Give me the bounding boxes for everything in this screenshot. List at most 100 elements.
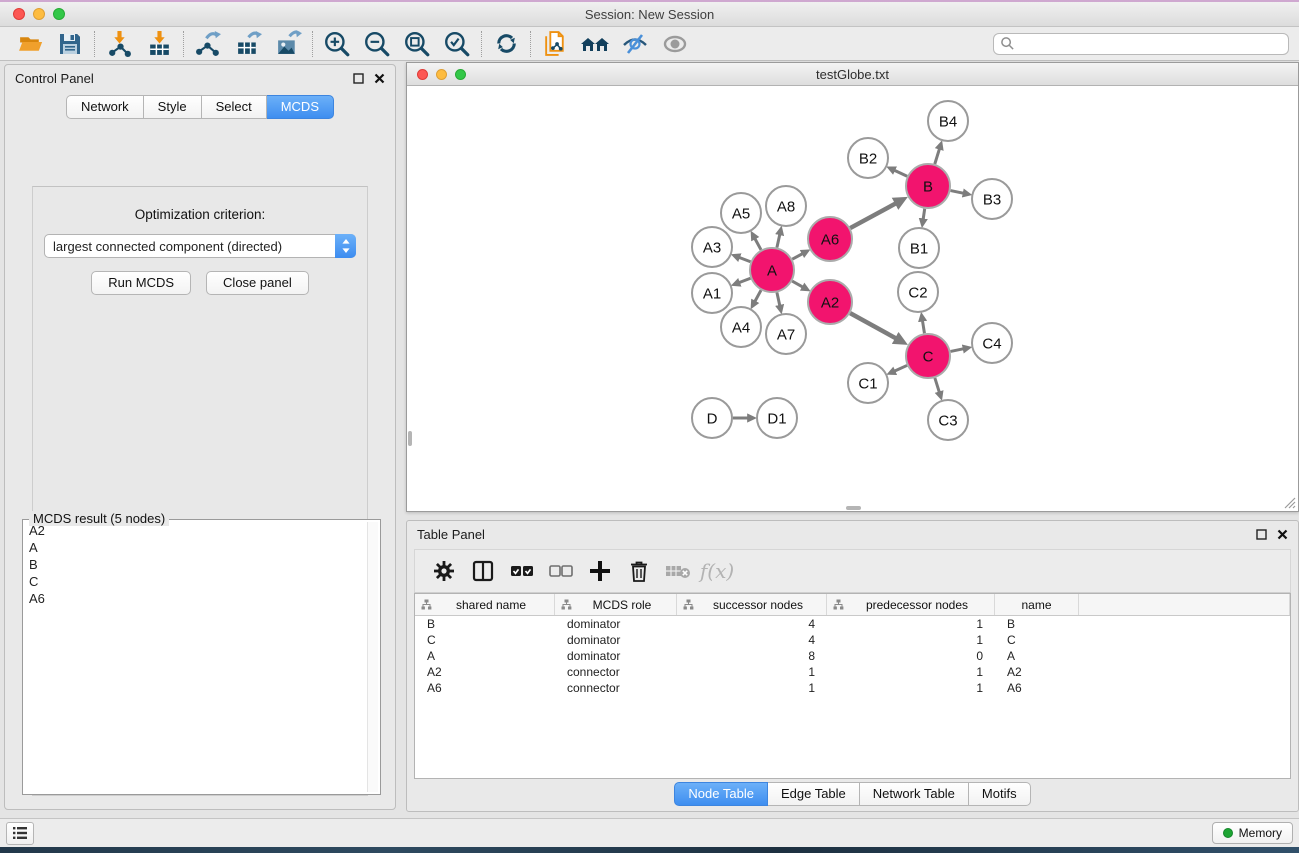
node-A3[interactable]: A3: [692, 227, 732, 267]
edge-C-C3[interactable]: [935, 378, 939, 392]
network-window-titlebar[interactable]: testGlobe.txt: [407, 63, 1298, 86]
node-A1[interactable]: A1: [692, 273, 732, 313]
edge-A-A1[interactable]: [739, 278, 750, 282]
select-all-button[interactable]: [507, 555, 537, 587]
zoom-fit-button[interactable]: [397, 29, 437, 59]
export-image-button[interactable]: [268, 29, 308, 59]
zoom-out-button[interactable]: [357, 29, 397, 59]
table-row[interactable]: Cdominator41C: [415, 632, 1290, 648]
edge-C-C2[interactable]: [923, 321, 925, 333]
show-panel-menu-button[interactable]: [6, 822, 34, 845]
tab-network[interactable]: Network: [66, 95, 144, 119]
node-C1[interactable]: C1: [848, 363, 888, 403]
edge-C-C1[interactable]: [895, 365, 907, 371]
mcds-result-item[interactable]: A6: [25, 590, 366, 607]
tab-edge-table[interactable]: Edge Table: [768, 782, 860, 806]
edge-A6-B[interactable]: [850, 203, 895, 228]
edge-A-A4[interactable]: [755, 290, 761, 301]
node-A5[interactable]: A5: [721, 193, 761, 233]
network-canvas[interactable]: AA1A2A3A4A5A6A7A8BB1B2B3B4CC1C2C3C4DD1: [408, 87, 1297, 510]
mcds-result-list[interactable]: A2ABCA6: [25, 522, 366, 792]
horizontal-scrollbar-thumb[interactable]: [846, 506, 861, 510]
new-network-from-selection-button[interactable]: [535, 29, 575, 59]
node-B2[interactable]: B2: [848, 138, 888, 178]
close-panel-button[interactable]: Close panel: [206, 271, 309, 295]
export-network-button[interactable]: [188, 29, 228, 59]
close-panel-icon[interactable]: [374, 73, 385, 84]
mcds-result-item[interactable]: C: [25, 573, 366, 590]
edge-A-A6[interactable]: [792, 254, 802, 259]
refresh-button[interactable]: [486, 29, 526, 59]
add-column-button[interactable]: [585, 555, 615, 587]
table-settings-button[interactable]: [429, 555, 459, 587]
node-D[interactable]: D: [692, 398, 732, 438]
table-row[interactable]: A2connector11A2: [415, 664, 1290, 680]
edge-A-A5[interactable]: [755, 239, 761, 250]
deselect-all-button[interactable]: [546, 555, 576, 587]
mcds-list-scrollbar[interactable]: [367, 522, 378, 792]
edge-A-A3[interactable]: [739, 257, 750, 261]
export-table-button[interactable]: [228, 29, 268, 59]
node-B[interactable]: B: [906, 164, 950, 208]
tab-select[interactable]: Select: [202, 95, 267, 119]
node-C4[interactable]: C4: [972, 323, 1012, 363]
tab-node-table[interactable]: Node Table: [674, 782, 768, 806]
table-row[interactable]: Adominator80A: [415, 648, 1290, 664]
node-A2[interactable]: A2: [808, 280, 852, 324]
table-row[interactable]: A6connector11A6: [415, 680, 1290, 696]
float-panel-icon[interactable]: [1256, 529, 1267, 540]
column-header-predecessor-nodes[interactable]: predecessor nodes: [827, 594, 995, 615]
edge-B-B3[interactable]: [951, 191, 964, 194]
tab-motifs[interactable]: Motifs: [969, 782, 1031, 806]
zoom-in-button[interactable]: [317, 29, 357, 59]
vertical-scrollbar-thumb[interactable]: [408, 431, 412, 446]
mcds-result-item[interactable]: A: [25, 539, 366, 556]
run-mcds-button[interactable]: Run MCDS: [91, 271, 191, 295]
delete-rows-button[interactable]: [624, 555, 654, 587]
mcds-result-item[interactable]: A2: [25, 522, 366, 539]
search-field[interactable]: [993, 33, 1289, 55]
node-B3[interactable]: B3: [972, 179, 1012, 219]
save-session-button[interactable]: [50, 29, 90, 59]
node-table[interactable]: shared nameMCDS rolesuccessor nodesprede…: [414, 593, 1291, 779]
edge-A-A8[interactable]: [777, 235, 780, 248]
tab-network-table[interactable]: Network Table: [860, 782, 969, 806]
node-A4[interactable]: A4: [721, 307, 761, 347]
edge-A2-C[interactable]: [850, 313, 896, 338]
resize-grip-icon[interactable]: [1282, 495, 1296, 509]
network-graph[interactable]: AA1A2A3A4A5A6A7A8BB1B2B3B4CC1C2C3C4DD1: [408, 87, 1297, 510]
float-panel-icon[interactable]: [353, 73, 364, 84]
memory-button[interactable]: Memory: [1212, 822, 1293, 844]
import-network-button[interactable]: [99, 29, 139, 59]
node-C2[interactable]: C2: [898, 272, 938, 312]
column-header-successor-nodes[interactable]: successor nodes: [677, 594, 827, 615]
hide-selected-button[interactable]: [615, 29, 655, 59]
node-B1[interactable]: B1: [899, 228, 939, 268]
delete-column-button[interactable]: [663, 555, 693, 587]
edge-B-B2[interactable]: [895, 170, 908, 176]
tab-style[interactable]: Style: [144, 95, 202, 119]
tab-mcds[interactable]: MCDS: [267, 95, 334, 119]
open-file-button[interactable]: [10, 29, 50, 59]
node-C[interactable]: C: [906, 334, 950, 378]
node-A8[interactable]: A8: [766, 186, 806, 226]
edge-A-A7[interactable]: [777, 292, 780, 305]
zoom-selected-button[interactable]: [437, 29, 477, 59]
node-A[interactable]: A: [750, 248, 794, 292]
column-header-shared-name[interactable]: shared name: [415, 594, 555, 615]
function-builder-button[interactable]: f(x): [702, 555, 732, 587]
criterion-dropdown[interactable]: largest connected component (directed): [44, 234, 356, 258]
show-all-button[interactable]: [655, 29, 695, 59]
show-columns-button[interactable]: [468, 555, 498, 587]
node-A7[interactable]: A7: [766, 314, 806, 354]
edge-B-B1[interactable]: [923, 209, 924, 219]
edge-C-C4[interactable]: [951, 349, 964, 352]
node-A6[interactable]: A6: [808, 217, 852, 261]
edge-A-A2[interactable]: [792, 281, 802, 287]
node-D1[interactable]: D1: [757, 398, 797, 438]
mcds-result-item[interactable]: B: [25, 556, 366, 573]
close-panel-icon[interactable]: [1277, 529, 1288, 540]
table-row[interactable]: Bdominator41B: [415, 616, 1290, 632]
node-C3[interactable]: C3: [928, 400, 968, 440]
column-header-MCDS-role[interactable]: MCDS role: [555, 594, 677, 615]
